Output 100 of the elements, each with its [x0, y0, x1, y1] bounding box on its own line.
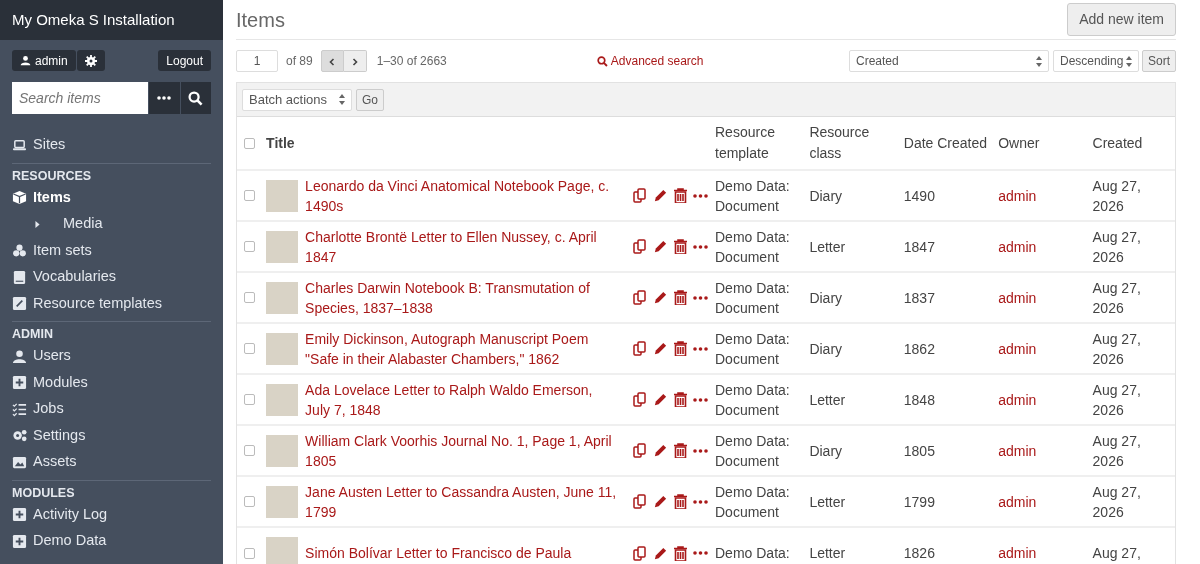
pencil-icon[interactable]	[653, 188, 668, 203]
thumbnail-placeholder[interactable]	[266, 230, 299, 263]
copy-icon[interactable]	[633, 494, 647, 509]
pencil-icon[interactable]	[653, 290, 668, 305]
nav-link[interactable]: Users	[12, 343, 211, 370]
owner-link[interactable]: admin	[998, 187, 1037, 204]
nav-link[interactable]: Items	[12, 184, 211, 211]
ellipsis-icon[interactable]	[693, 346, 708, 351]
nav-link[interactable]: Media	[12, 211, 211, 238]
thumbnail-placeholder[interactable]	[266, 383, 299, 416]
item-title-link[interactable]: William Clark Voorhis Journal No. 1, Page 1, April 1805	[305, 430, 621, 471]
page-number-field[interactable]: 1	[236, 50, 278, 72]
row-checkbox[interactable]	[244, 445, 255, 456]
previous-page-button[interactable]	[320, 50, 344, 72]
row-checkbox[interactable]	[244, 190, 255, 201]
table-cell: 1799	[903, 493, 935, 510]
ellipsis-icon[interactable]	[693, 551, 708, 555]
owner-link[interactable]: admin	[998, 545, 1037, 561]
trash-icon[interactable]	[674, 341, 687, 356]
item-title-link[interactable]: Emily Dickinson, Autograph Manuscript Poem "Safe in their Alabaster Chambers," 1862	[305, 328, 621, 369]
trash-icon[interactable]	[674, 545, 687, 561]
owner-link[interactable]: admin	[998, 391, 1037, 408]
search-button[interactable]	[180, 82, 211, 114]
thumbnail-placeholder[interactable]	[266, 281, 299, 314]
nav-link[interactable]: Assets	[12, 449, 211, 476]
owner-link[interactable]: admin	[998, 442, 1037, 459]
row-checkbox[interactable]	[244, 394, 255, 405]
item-title-link[interactable]: Jane Austen Letter to Cassandra Austen, June 11, 1799	[305, 481, 621, 522]
batch-actions-select[interactable]: Batch actions	[242, 88, 352, 111]
item-title-link[interactable]: Charles Darwin Notebook B: Transmutation of Species, 1837–1838	[305, 277, 621, 318]
trash-icon[interactable]	[674, 494, 687, 509]
copy-icon[interactable]	[633, 545, 647, 561]
sort-field-select[interactable]: Created	[849, 50, 1049, 72]
thumbnail-placeholder[interactable]	[266, 434, 299, 467]
go-button[interactable]: Go	[356, 88, 384, 111]
copy-icon[interactable]	[633, 341, 647, 356]
ellipsis-icon[interactable]	[693, 295, 708, 300]
nav-link[interactable]: Settings	[12, 422, 211, 449]
item-title-link[interactable]: Charlotte Brontë Letter to Ellen Nussey, c. April 1847	[305, 226, 621, 267]
owner-link[interactable]: admin	[998, 340, 1037, 357]
thumbnail-placeholder[interactable]	[266, 179, 299, 212]
nav-link[interactable]: Demo Data	[12, 528, 211, 555]
ellipsis-icon[interactable]	[693, 499, 708, 504]
pencil-icon[interactable]	[653, 341, 668, 356]
nav-link[interactable]: Modules	[12, 369, 211, 396]
thumbnail-placeholder[interactable]	[266, 485, 299, 518]
owner-link[interactable]: admin	[998, 289, 1037, 306]
owner-link[interactable]: admin	[998, 493, 1037, 510]
trash-icon[interactable]	[674, 392, 687, 407]
thumbnail-placeholder[interactable]	[266, 537, 299, 564]
item-title-link[interactable]: Simón Bolívar Letter to Francisco de Paula	[305, 543, 621, 563]
table-cell: Aug 27,	[1092, 545, 1141, 561]
nav-link[interactable]: Jobs	[12, 396, 211, 423]
trash-icon[interactable]	[674, 239, 687, 254]
ellipsis-icon[interactable]	[693, 448, 708, 453]
table-cell: Aug 27, 2026	[1092, 483, 1141, 520]
trash-icon[interactable]	[674, 443, 687, 458]
row-checkbox[interactable]	[244, 343, 255, 354]
row-checkbox[interactable]	[244, 547, 255, 559]
sort-order-select[interactable]: Descending	[1053, 50, 1139, 72]
table-cell: Demo Data: Document	[715, 483, 790, 520]
nav-link[interactable]: Activity Log	[12, 501, 211, 528]
column-header: Date Created	[903, 134, 988, 151]
nav-link[interactable]: Item sets	[12, 237, 211, 264]
add-new-item-button[interactable]: Add new item	[1067, 3, 1176, 36]
ellipsis-icon[interactable]	[693, 193, 708, 198]
copy-icon[interactable]	[633, 290, 647, 305]
row-checkbox[interactable]	[244, 292, 255, 303]
settings-button[interactable]	[76, 50, 105, 71]
copy-icon[interactable]	[633, 443, 647, 458]
row-checkbox[interactable]	[244, 496, 255, 507]
pencil-icon[interactable]	[653, 443, 668, 458]
sort-button[interactable]: Sort	[1142, 50, 1176, 72]
pencil-icon[interactable]	[653, 545, 668, 561]
nav-link[interactable]: Resource templates	[12, 290, 211, 317]
pencil-icon[interactable]	[653, 494, 668, 509]
trash-icon[interactable]	[674, 188, 687, 203]
copy-icon[interactable]	[633, 392, 647, 407]
nav-link[interactable]: Sites	[12, 132, 211, 159]
owner-link[interactable]: admin	[998, 238, 1037, 255]
search-field[interactable]: Search items	[12, 82, 148, 114]
nav-link[interactable]: Vocabularies	[12, 264, 211, 291]
row-checkbox[interactable]	[244, 241, 255, 252]
select-all-checkbox[interactable]	[244, 137, 255, 149]
chevron-right-icon	[350, 57, 359, 66]
next-page-button[interactable]	[343, 50, 367, 72]
copy-icon[interactable]	[633, 188, 647, 203]
copy-icon[interactable]	[633, 239, 647, 254]
item-title-link[interactable]: Leonardo da Vinci Anatomical Notebook Page, c. 1490s	[305, 175, 621, 216]
ellipsis-icon[interactable]	[693, 244, 708, 249]
ellipsis-icon[interactable]	[693, 397, 708, 402]
more-options-button[interactable]	[149, 82, 180, 114]
user-button[interactable]: admin	[12, 50, 76, 71]
logout-button[interactable]: Logout	[158, 50, 211, 71]
thumbnail-placeholder[interactable]	[266, 332, 299, 365]
item-title-link[interactable]: Ada Lovelace Letter to Ralph Waldo Emerson, July 7, 1848	[305, 379, 621, 420]
advanced-search-link[interactable]: Advanced search	[596, 52, 704, 70]
trash-icon[interactable]	[674, 290, 687, 305]
pencil-icon[interactable]	[653, 392, 668, 407]
pencil-icon[interactable]	[653, 239, 668, 254]
